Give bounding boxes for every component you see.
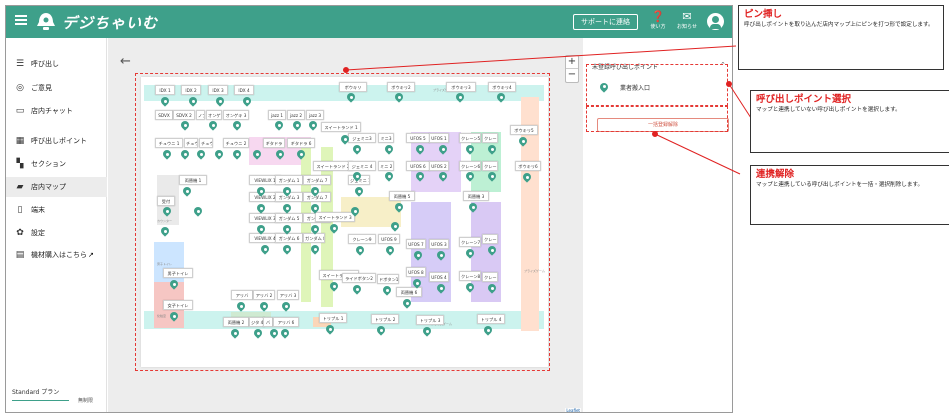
annotation-point-selection: 呼び出しポイント選択 マップと連携していない呼び出しポイントを選択します。	[750, 90, 949, 153]
annotation-title: 呼び出しポイント選択	[756, 94, 852, 105]
annotation-body: 呼び出しポイントを取り込んだ店内マップ上にピンを打つ形で設定します。	[744, 22, 934, 28]
annotation-title: ピン挿し	[744, 9, 783, 20]
annotation-pin-placement: ピン挿し 呼び出しポイントを取り込んだ店内マップ上にピンを打つ形で設定します。	[738, 5, 944, 70]
annotation-title: 連携解除	[756, 169, 795, 180]
annotation-body: マップと連携している呼び出しポイントを一括・選択削除します。	[756, 182, 924, 188]
annotation-unlink: 連携解除 マップと連携している呼び出しポイントを一括・選択削除します。	[750, 165, 949, 225]
annotation-body: マップと連携していない呼び出しポイントを選択します。	[756, 107, 901, 113]
page-root: デジちゃいむ サポートに連絡 ❓ 使い方 ✉ お知らせ ☰ 呼び出し ◎ ご意見 ▭…	[0, 0, 949, 418]
